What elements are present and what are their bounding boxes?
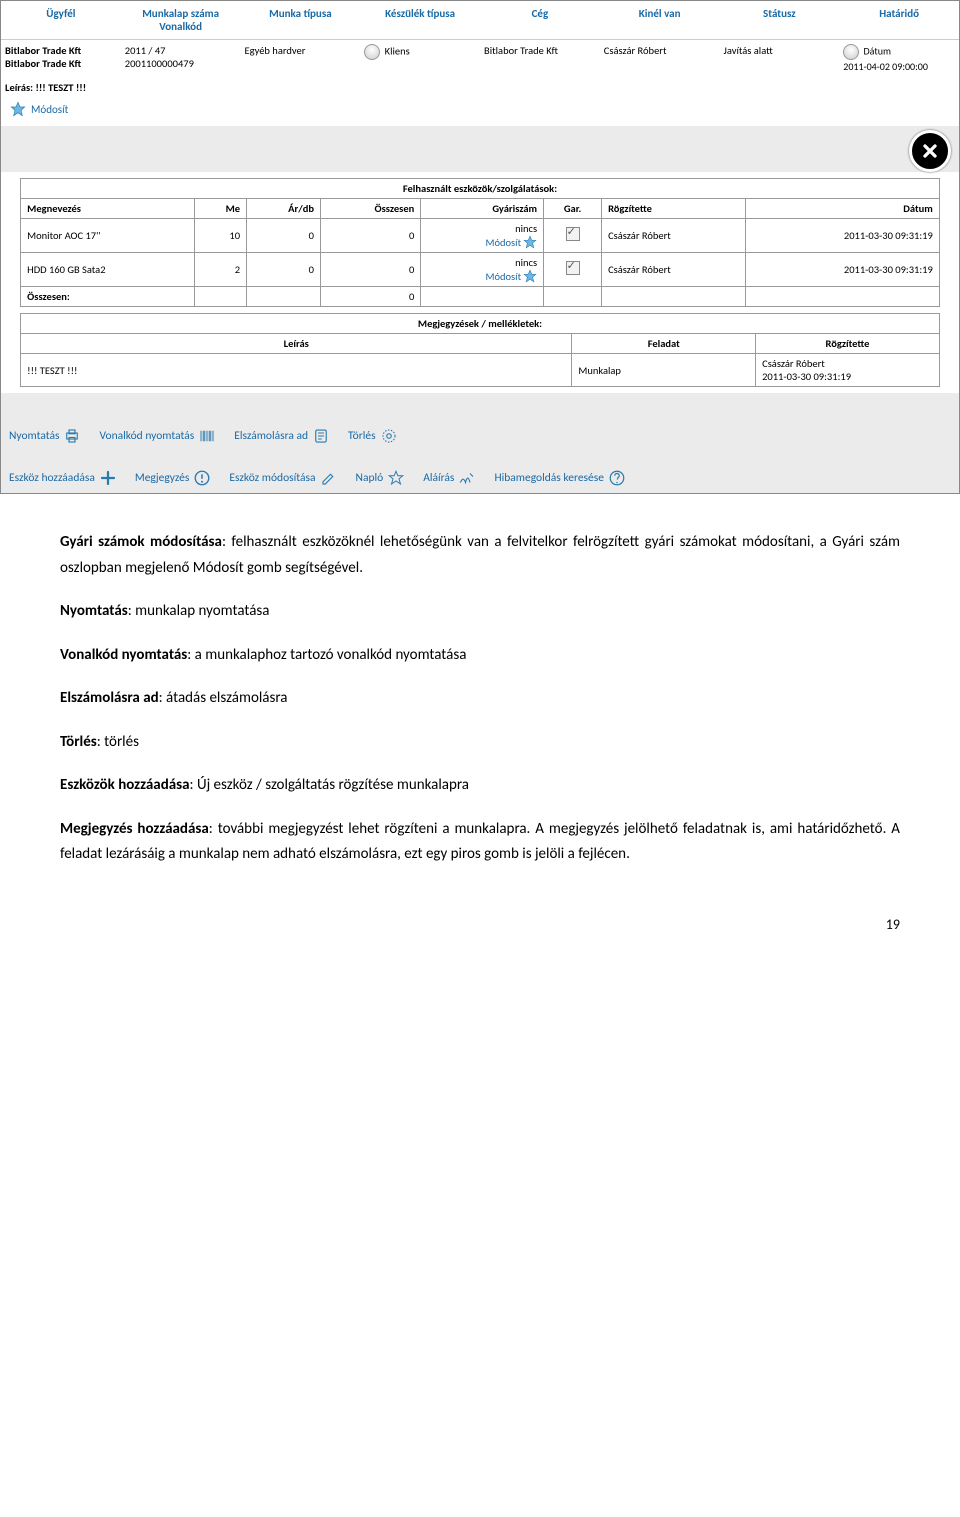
col-leiras: Leírás <box>21 334 572 354</box>
close-button[interactable] <box>909 130 951 172</box>
table-row: !!! TESZT !!! Munkalap Császár Róbert201… <box>21 354 940 387</box>
log-button[interactable]: Napló <box>356 469 406 487</box>
hdr-keszulek: Készülék típusa <box>360 1 480 39</box>
add-tool-button[interactable]: Eszköz hozzáadása <box>9 469 117 487</box>
document-body: Gyári számok módosítása: felhasznált esz… <box>0 494 960 916</box>
date-icon <box>843 44 859 60</box>
cell-ugyfel: Bitlabor Trade KftBitlabor Trade Kft <box>1 40 121 77</box>
table-row: HDD 160 GB Sata2 2 0 0 nincs Módosít Csá… <box>21 253 940 287</box>
para-gyari: Gyári számok módosítása: felhasznált esz… <box>60 530 900 581</box>
modosit-inline-button[interactable]: Módosít <box>485 235 537 249</box>
cell-gyariszam: nincs Módosít <box>421 219 544 253</box>
col-feladat: Feladat <box>572 334 756 354</box>
checkbox-icon[interactable] <box>566 261 580 275</box>
tools-table: Felhasznált eszközök/szolgálatások: Megn… <box>20 178 940 307</box>
actions-bar: Nyomtatás Vonalkód nyomtatás Elszámolásr… <box>1 421 959 493</box>
app-screenshot: Ügyfél Munkalap számaVonalkód Munka típu… <box>0 0 960 494</box>
cell-datum: 2011-03-30 09:31:19 <box>746 219 940 253</box>
para-nyomtatas: Nyomtatás: munkalap nyomtatása <box>60 599 900 625</box>
cell-me: 2 <box>194 253 246 287</box>
col-megnevezes: Megnevezés <box>21 199 195 219</box>
print-button[interactable]: Nyomtatás <box>9 427 81 445</box>
cell-rogzitette: Császár Róbert <box>602 253 746 287</box>
sum-label: Összesen: <box>21 287 195 307</box>
col-osszesen: Összesen <box>320 199 420 219</box>
hdr-ceg: Cég <box>480 1 600 39</box>
para-megjegyzes: Megjegyzés hozzáadása: további megjegyzé… <box>60 817 900 868</box>
modosit-button[interactable]: Módosít <box>31 103 68 116</box>
tools-title: Felhasznált eszközök/szolgálatások: <box>21 179 940 199</box>
col-rogzitette: Rögzítette <box>602 199 746 219</box>
cell-rogzitette: Császár Róbert2011-03-30 09:31:19 <box>756 354 940 387</box>
col-me: Me <box>194 199 246 219</box>
modosit-row: Módosít <box>1 98 959 126</box>
para-vonalkod: Vonalkód nyomtatás: a munkalaphoz tartoz… <box>60 643 900 669</box>
cell-munkatipus: Egyéb hardver <box>241 40 361 77</box>
cell-gyariszam: nincs Módosít <box>421 253 544 287</box>
hdr-statusz: Státusz <box>720 1 840 39</box>
cell-ceg: Bitlabor Trade Kft <box>480 40 600 77</box>
cell-leiras: !!! TESZT !!! <box>21 354 572 387</box>
para-eszkoz: Eszközök hozzáadása: Új eszköz / szolgál… <box>60 773 900 799</box>
col-gar: Gar. <box>544 199 602 219</box>
cell-megnevezes: HDD 160 GB Sata2 <box>21 253 195 287</box>
col-datum: Dátum <box>746 199 940 219</box>
column-headers: Ügyfél Munkalap számaVonalkód Munka típu… <box>1 1 959 40</box>
hdr-kinel: Kinél van <box>600 1 720 39</box>
delete-button[interactable]: Törlés <box>348 427 398 445</box>
hdr-ugyfel: Ügyfél <box>1 1 121 39</box>
hdr-munkatipus: Munka típusa <box>241 1 361 39</box>
worksheet-row: Bitlabor Trade KftBitlabor Trade Kft 201… <box>1 40 959 77</box>
cell-me: 10 <box>194 219 246 253</box>
col-rogzitette: Rögzítette <box>756 334 940 354</box>
cell-ardb: 0 <box>247 219 321 253</box>
cell-keszulek: Kliens <box>360 40 480 77</box>
notes-title: Megjegyzések / mellékletek: <box>21 314 940 334</box>
comment-button[interactable]: Megjegyzés <box>135 469 211 487</box>
cell-ardb: 0 <box>247 253 321 287</box>
sum-row: Összesen: 0 <box>21 287 940 307</box>
notes-table: Megjegyzések / mellékletek: Leírás Felad… <box>20 313 940 387</box>
col-ardb: Ár/db <box>247 199 321 219</box>
leiras-row: Leírás: !!! TESZT !!! <box>1 77 959 98</box>
cell-kinel: Császár Róbert <box>600 40 720 77</box>
cell-feladat: Munkalap <box>572 354 756 387</box>
checkbox-icon[interactable] <box>566 227 580 241</box>
cell-osszesen: 0 <box>320 253 420 287</box>
hdr-munkalap: Munkalap számaVonalkód <box>121 1 241 39</box>
barcode-print-button[interactable]: Vonalkód nyomtatás <box>99 427 216 445</box>
table-row: Monitor AOC 17'' 10 0 0 nincs Módosít Cs… <box>21 219 940 253</box>
cell-munkalap: 2011 / 472001100000479 <box>121 40 241 77</box>
spacer <box>1 393 959 421</box>
sign-button[interactable]: Aláírás <box>423 469 476 487</box>
cell-rogzitette: Császár Róbert <box>602 219 746 253</box>
cell-osszesen: 0 <box>320 219 420 253</box>
para-elszamolasra: Elszámolásra ad: átadás elszámolásra <box>60 686 900 712</box>
page-number: 19 <box>0 916 960 963</box>
cell-hatarido: Dátum2011-04-02 09:00:00 <box>839 40 959 77</box>
hdr-hatarido: Határidő <box>839 1 959 39</box>
cell-gar <box>544 219 602 253</box>
device-icon <box>364 44 380 60</box>
col-gyariszam: Gyáriszám <box>421 199 544 219</box>
modosit-inline-button[interactable]: Módosít <box>485 269 537 283</box>
troubleshoot-button[interactable]: Hibamegoldás keresése <box>494 469 626 487</box>
sum-value: 0 <box>320 287 420 307</box>
cell-gar <box>544 253 602 287</box>
edit-tool-button[interactable]: Eszköz módosítása <box>229 469 337 487</box>
star-icon[interactable] <box>9 100 27 118</box>
cell-megnevezes: Monitor AOC 17'' <box>21 219 195 253</box>
para-torles: Törlés: törlés <box>60 730 900 756</box>
cell-statusz: Javítás alatt <box>720 40 840 77</box>
settle-button[interactable]: Elszámolásra ad <box>234 427 330 445</box>
cell-datum: 2011-03-30 09:31:19 <box>746 253 940 287</box>
grey-gap <box>1 126 959 172</box>
